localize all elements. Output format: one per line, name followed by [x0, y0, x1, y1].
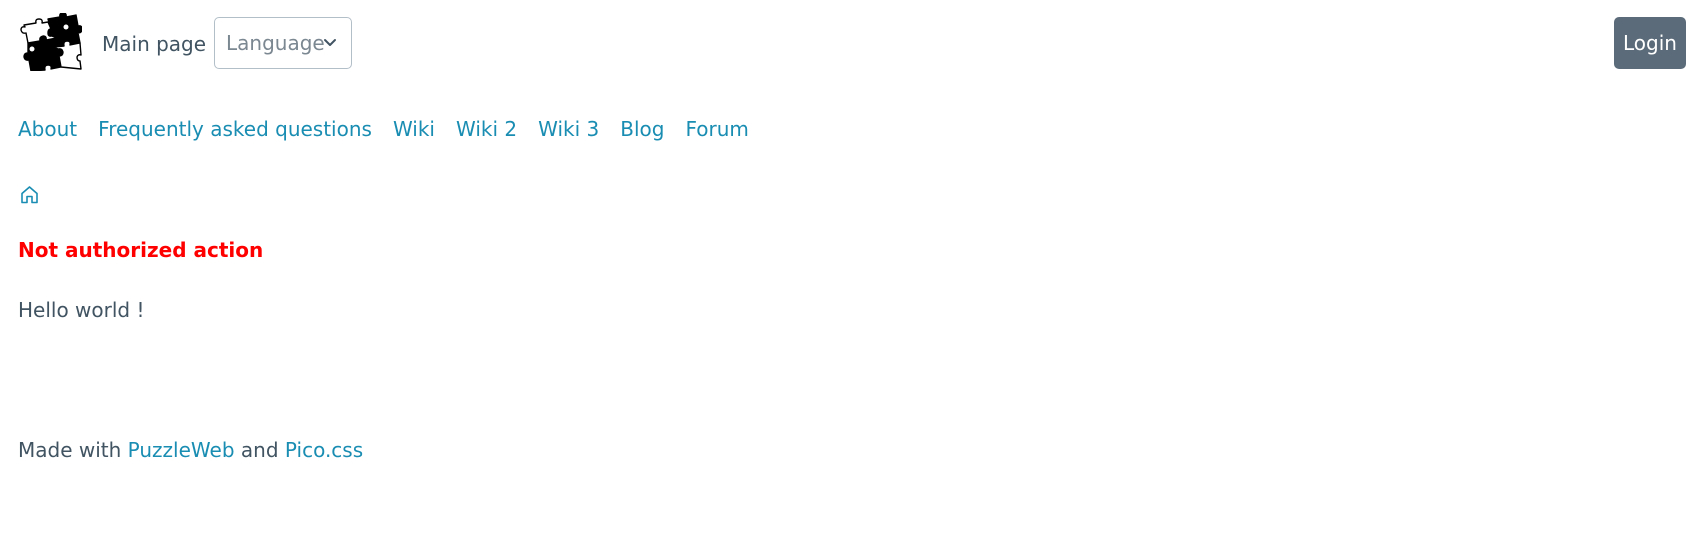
- puzzle-pieces-logo-icon[interactable]: [18, 13, 82, 71]
- language-select[interactable]: Language: [214, 17, 352, 69]
- main-page-link[interactable]: Main page: [102, 30, 206, 58]
- chevron-down-icon: [324, 39, 336, 46]
- nav-item-about[interactable]: About: [18, 115, 77, 143]
- site-header: Main page Language Login: [0, 0, 1690, 90]
- main-nav: About Frequently asked questions Wiki Wi…: [18, 115, 770, 143]
- error-message: Not authorized action: [18, 238, 264, 262]
- language-select-placeholder: Language: [226, 31, 325, 55]
- login-button[interactable]: Login: [1614, 17, 1686, 69]
- nav-item-blog[interactable]: Blog: [620, 115, 664, 143]
- nav-item-forum[interactable]: Forum: [685, 115, 748, 143]
- page-content: Hello world !: [18, 298, 145, 322]
- breadcrumb-home-link[interactable]: [19, 184, 40, 205]
- nav-item-wiki-3[interactable]: Wiki 3: [538, 115, 599, 143]
- puzzleweb-link[interactable]: PuzzleWeb: [128, 438, 235, 462]
- nav-item-wiki[interactable]: Wiki: [393, 115, 435, 143]
- nav-item-faq[interactable]: Frequently asked questions: [98, 115, 372, 143]
- home-icon: [21, 186, 38, 204]
- nav-item-wiki-2[interactable]: Wiki 2: [456, 115, 517, 143]
- footer-and: and: [240, 438, 279, 462]
- site-footer: Made with PuzzleWeb and Pico.css: [18, 436, 363, 464]
- footer-made-with: Made with: [18, 438, 122, 462]
- pico-css-link[interactable]: Pico.css: [285, 438, 363, 462]
